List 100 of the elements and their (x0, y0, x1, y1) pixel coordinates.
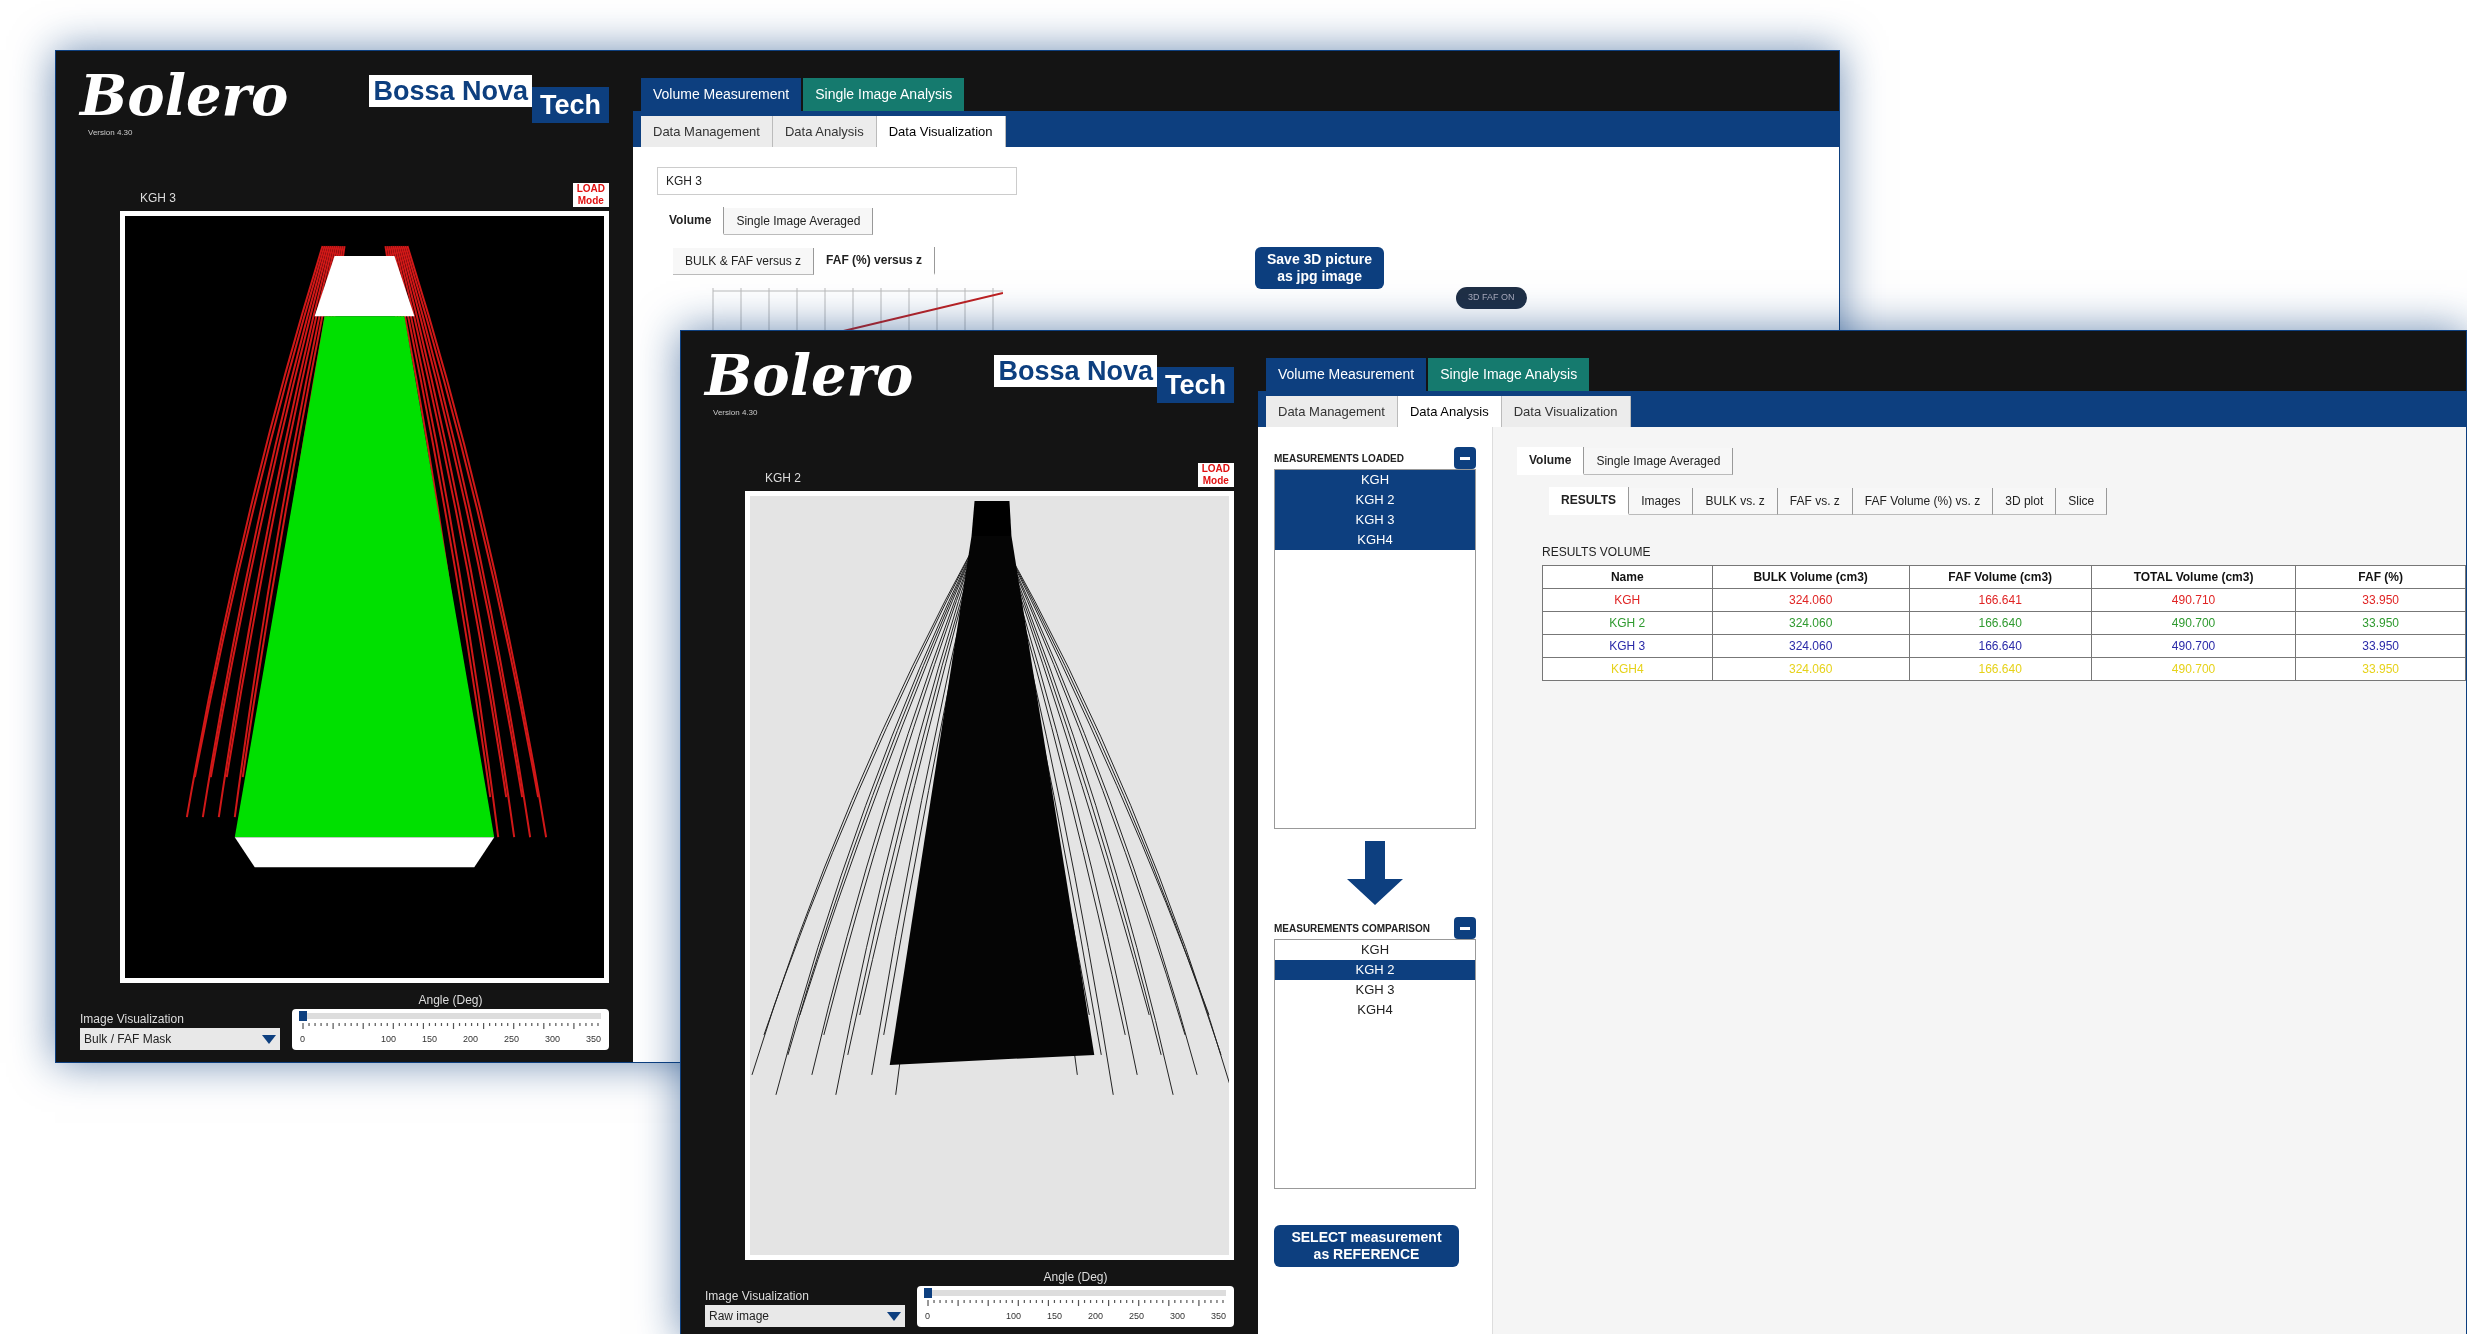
minus-icon (1460, 456, 1470, 460)
table-cell: 166.640 (1909, 634, 2092, 658)
slider-thumb[interactable] (924, 1287, 932, 1298)
tick-label: 300 (544, 1032, 560, 1046)
main-tab[interactable]: Volume Measurement (1266, 358, 1427, 391)
tab[interactable]: Volume (1517, 447, 1585, 475)
app-logo: Bolero (705, 343, 914, 407)
table-title: RESULTS VOLUME (1542, 544, 1652, 561)
column-header: BULK Volume (cm3) (1712, 565, 1910, 589)
table-cell: 33.950 (2295, 657, 2466, 681)
tab[interactable]: FAF vs. z (1777, 488, 1853, 515)
toggle-button[interactable]: 3D FAF ON (1456, 287, 1527, 309)
table-cell: KGH 3 (1542, 634, 1713, 658)
tab[interactable]: Data Visualization (1501, 395, 1631, 427)
version-label: Version 4.30 (87, 127, 134, 139)
minus-icon (1460, 926, 1470, 930)
main-tab[interactable]: Volume Measurement (641, 78, 802, 111)
tab[interactable]: Data Management (1266, 395, 1398, 427)
table-cell: 490.700 (2091, 657, 2296, 681)
visualization-label: Image Visualization (80, 1011, 185, 1028)
tab[interactable]: FAF Volume (%) vs. z (1852, 488, 1994, 515)
slider-thumb[interactable] (299, 1010, 307, 1021)
list-item[interactable]: KGH4 (1275, 530, 1475, 550)
version-label: Version 4.30 (712, 407, 759, 419)
tab[interactable]: Single Image Averaged (724, 208, 874, 235)
select-reference-button[interactable]: SELECT measurement as REFERENCE (1274, 1225, 1459, 1267)
measurement-field[interactable]: KGH 3 (657, 167, 1017, 195)
tab[interactable]: Images (1629, 488, 1694, 515)
tick-label: 200 (1087, 1309, 1103, 1323)
table-cell: 33.950 (2295, 634, 2466, 658)
tick-label: 350 (585, 1032, 601, 1046)
tab[interactable]: Data Analysis (1397, 395, 1502, 427)
list-item[interactable]: KGH 2 (1275, 960, 1475, 980)
table-cell: 166.641 (1909, 588, 2092, 612)
table-cell: 490.700 (2091, 634, 2296, 658)
brand-logo: Tech (1157, 367, 1234, 403)
table-cell: 166.640 (1909, 611, 2092, 635)
tab[interactable]: RESULTS (1549, 487, 1630, 515)
tick-label: 0 (300, 1032, 305, 1046)
tab[interactable]: Slice (2056, 488, 2108, 515)
brand-logo: Bossa Nova (369, 75, 532, 107)
table-cell: 490.710 (2091, 588, 2296, 612)
list-item[interactable]: KGH 2 (1275, 490, 1475, 510)
caret-icon (887, 1311, 901, 1321)
column-header: FAF Volume (cm3) (1909, 565, 2092, 589)
visualization-dropdown[interactable]: Bulk / FAF Mask (80, 1028, 280, 1050)
image-label: KGH 3 (140, 190, 176, 207)
tab[interactable]: Data Visualization (876, 115, 1006, 147)
table-cell: KGH4 (1542, 657, 1713, 681)
table-cell: 33.950 (2295, 611, 2466, 635)
list-item[interactable]: KGH (1275, 470, 1475, 490)
column-header: TOTAL Volume (cm3) (2091, 565, 2296, 589)
tick-label: 250 (1128, 1309, 1144, 1323)
tab[interactable]: Single Image Averaged (1584, 448, 1734, 475)
table-cell: KGH (1542, 588, 1713, 612)
tick-label: 100 (1005, 1309, 1021, 1323)
tick-label: 200 (462, 1032, 478, 1046)
tick-label: 0 (925, 1309, 930, 1323)
column-header: FAF (%) (2295, 565, 2466, 589)
brand-logo: Tech (532, 87, 609, 123)
caret-icon (262, 1034, 276, 1044)
visualization-dropdown[interactable]: Raw image (705, 1305, 905, 1327)
tick-label: 150 (421, 1032, 437, 1046)
table-cell: 324.060 (1712, 634, 1910, 658)
image-label: KGH 2 (765, 470, 801, 487)
tick-label: 350 (1210, 1309, 1226, 1323)
app-logo: Bolero (80, 63, 289, 127)
tab[interactable]: BULK vs. z (1693, 488, 1778, 515)
slider-track[interactable] (300, 1012, 601, 1019)
table-cell: 324.060 (1712, 611, 1910, 635)
list-title: MEASUREMENTS LOADED (1274, 451, 1404, 466)
column-header: Name (1542, 565, 1713, 589)
table-cell: KGH 2 (1542, 611, 1713, 635)
main-tab[interactable]: Single Image Analysis (1428, 358, 1590, 391)
list-item[interactable]: KGH 3 (1275, 510, 1475, 530)
save-picture-button[interactable]: Save 3D picture as jpg image (1255, 247, 1385, 289)
main-tab[interactable]: Single Image Analysis (803, 78, 965, 111)
minus-button[interactable] (1454, 447, 1476, 469)
list-title: MEASUREMENTS COMPARISON (1274, 921, 1430, 936)
tab[interactable]: Data Management (641, 115, 773, 147)
slider-track[interactable] (925, 1289, 1226, 1296)
load-mode-badge: LOAD Mode (1197, 463, 1234, 487)
tab[interactable]: Data Analysis (772, 115, 877, 147)
down-arrow-icon (1345, 841, 1405, 905)
tab[interactable]: BULK & FAF versus z (673, 248, 815, 275)
tab[interactable]: 3D plot (1993, 488, 2057, 515)
brand-logo: Bossa Nova (994, 355, 1157, 387)
load-mode-badge: LOAD Mode (572, 183, 609, 207)
table-cell: 166.640 (1909, 657, 2092, 681)
tick-label: 150 (1046, 1309, 1062, 1323)
tick-label: 300 (1169, 1309, 1185, 1323)
tick-label: 100 (380, 1032, 396, 1046)
angle-label: Angle (Deg) (417, 991, 484, 1009)
angle-label: Angle (Deg) (1042, 1268, 1109, 1286)
minus-button[interactable] (1454, 917, 1476, 939)
table-cell: 490.700 (2091, 611, 2296, 635)
table-cell: 33.950 (2295, 588, 2466, 612)
tick-label: 250 (503, 1032, 519, 1046)
visualization-label: Image Visualization (705, 1288, 810, 1305)
table-cell: 324.060 (1712, 588, 1910, 612)
